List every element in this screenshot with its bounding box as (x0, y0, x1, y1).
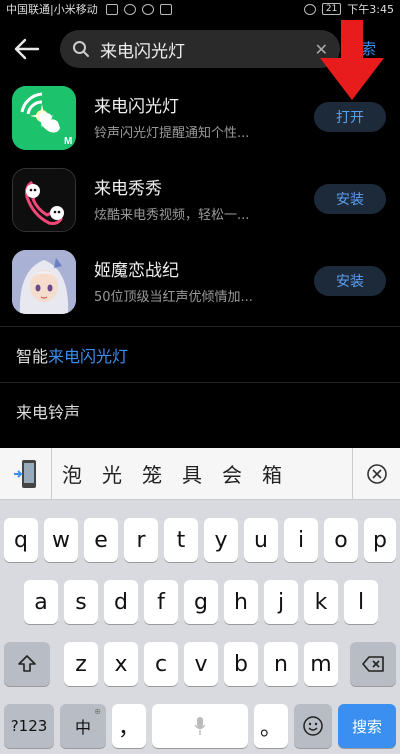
mute-icon (303, 3, 316, 15)
app-notification-icon (159, 3, 172, 15)
app-icon-show (12, 168, 76, 232)
key-h[interactable]: h (224, 580, 258, 624)
suggestion-highlight: 来电闪光灯 (48, 346, 129, 366)
clock: 下午3:45 (347, 3, 394, 16)
key-k[interactable]: k (304, 580, 338, 624)
microphone-icon (194, 717, 206, 735)
search-enter-key[interactable]: 搜索 (338, 704, 396, 748)
close-candidates-button[interactable] (352, 447, 400, 500)
keyboard: 泡 光 笼 具 会 箱 q w e r t y u i o p a s d f … (0, 447, 400, 754)
phone-flash-icon: M (12, 86, 76, 150)
candidate-word[interactable]: 笼 (132, 459, 172, 488)
key-n[interactable]: n (264, 642, 298, 686)
candidate-word[interactable]: 光 (92, 459, 132, 488)
suggestion-item[interactable]: 来电铃声 (0, 382, 400, 438)
app-description: 铃声闪光灯提醒通知个性... (94, 126, 250, 141)
key-u[interactable]: u (244, 518, 278, 562)
period-key[interactable]: 。 (254, 704, 288, 748)
search-icon (73, 41, 89, 57)
key-l[interactable]: l (344, 580, 378, 624)
emoji-icon (303, 716, 323, 736)
language-key[interactable]: 中 ⊕ (60, 704, 106, 748)
candidate-bar: 泡 光 笼 具 会 箱 (0, 447, 400, 500)
battery-indicator: 21 (321, 3, 342, 15)
key-g[interactable]: g (184, 580, 218, 624)
status-bar: 中国联通|小米移动 21 下午3:45 (0, 0, 400, 18)
comma-key[interactable]: ， (112, 704, 146, 748)
key-row-1: q w e r t y u i o p (0, 518, 400, 562)
key-b[interactable]: b (224, 642, 258, 686)
candidate-word[interactable]: 具 (172, 459, 212, 488)
backspace-icon (362, 656, 384, 672)
app-name: 来电秀秀 (94, 179, 162, 199)
suggestion-prefix: 智能 (16, 346, 49, 366)
shift-icon (18, 655, 36, 672)
notification-icon (141, 3, 154, 15)
backspace-key[interactable] (350, 642, 396, 686)
key-y[interactable]: y (204, 518, 238, 562)
key-r[interactable]: r (124, 518, 158, 562)
app-item-show[interactable]: 来电秀秀 炫酷来电秀视频，轻松一... 安装 (0, 160, 400, 240)
app-description: 50位顶级当红声优倾情加... (94, 290, 253, 305)
phone-keyboard-icon (13, 459, 36, 488)
key-w[interactable]: w (44, 518, 78, 562)
key-i[interactable]: i (284, 518, 318, 562)
key-z[interactable]: z (64, 642, 98, 686)
app-name: 来电闪光灯 (94, 97, 179, 117)
key-v[interactable]: v (184, 642, 218, 686)
arrow-left-icon (14, 38, 40, 60)
shift-key[interactable] (4, 642, 50, 686)
app-item-game[interactable]: 姬魔恋战纪 50位顶级当红声优倾情加... 安装 (0, 242, 400, 322)
close-circle-icon (366, 463, 387, 484)
wifi-icon (123, 3, 136, 15)
search-input[interactable] (100, 39, 280, 59)
app-item-flash[interactable]: M 来电闪光灯 铃声闪光灯提醒通知个性... 打开 (0, 78, 400, 158)
phone-smile-icon (13, 169, 75, 231)
back-button[interactable] (10, 32, 44, 66)
search-box[interactable]: ✕ (60, 30, 340, 68)
key-x[interactable]: x (104, 642, 138, 686)
key-row-3: z x c v b n m (0, 642, 400, 686)
space-key[interactable] (152, 704, 248, 748)
svg-text:M: M (64, 136, 72, 147)
candidate-word[interactable]: 泡 (52, 459, 92, 488)
key-o[interactable]: o (324, 518, 358, 562)
install-button[interactable]: 安装 (314, 266, 386, 296)
key-p[interactable]: p (364, 518, 396, 562)
app-name: 姬魔恋战纪 (94, 261, 179, 281)
globe-icon: ⊕ (94, 707, 101, 716)
suggestion-item[interactable]: 智能 来电闪光灯 (0, 326, 400, 382)
key-q[interactable]: q (4, 518, 38, 562)
app-description: 炫酷来电秀视频，轻松一... (94, 208, 250, 223)
key-t[interactable]: t (164, 518, 198, 562)
key-c[interactable]: c (144, 642, 178, 686)
status-icons (105, 3, 172, 15)
app-icon-game (12, 250, 76, 314)
key-a[interactable]: a (24, 580, 58, 624)
key-j[interactable]: j (264, 580, 298, 624)
key-m[interactable]: m (304, 642, 338, 686)
key-s[interactable]: s (64, 580, 98, 624)
install-button[interactable]: 安装 (314, 184, 386, 214)
candidate-word[interactable]: 箱 (252, 459, 292, 488)
open-button[interactable]: 打开 (314, 102, 386, 132)
signal-icon (105, 3, 118, 15)
status-right: 21 下午3:45 (303, 1, 394, 17)
key-d[interactable]: d (104, 580, 138, 624)
suggestion-prefix: 来电铃声 (16, 402, 81, 422)
app-icon-flash: M (12, 86, 76, 150)
key-row-2: a s d f g h j k l (0, 580, 400, 624)
emoji-key[interactable] (294, 704, 332, 748)
numbers-key[interactable]: ?123 (4, 704, 54, 748)
key-f[interactable]: f (144, 580, 178, 624)
key-row-4: ?123 中 ⊕ ， 。 搜索 (0, 704, 400, 748)
language-label: 中 (74, 718, 91, 737)
candidate-word[interactable]: 会 (212, 459, 252, 488)
key-e[interactable]: e (84, 518, 118, 562)
anime-character-icon (12, 250, 76, 314)
carrier-text: 中国联通|小米移动 (6, 3, 98, 16)
keyboard-toggle-button[interactable] (0, 447, 52, 500)
